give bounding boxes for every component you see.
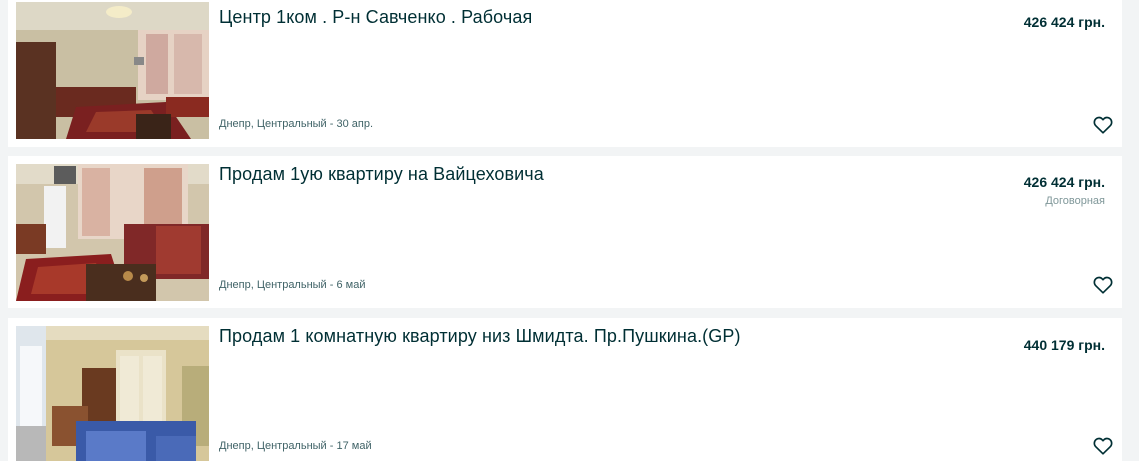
- heart-icon[interactable]: [1092, 435, 1114, 457]
- listing-title[interactable]: Продам 1ую квартиру на Вайцеховича: [219, 164, 544, 185]
- heart-icon[interactable]: [1092, 114, 1114, 136]
- listing-title[interactable]: Продам 1 комнатную квартиру низ Шмидта. …: [219, 326, 741, 347]
- listing-price: 426 424 грн.: [1023, 174, 1105, 190]
- listing-location-date: Днепр, Центральный - 6 май: [219, 279, 366, 291]
- listing-title[interactable]: Центр 1ком . Р-н Савченко . Рабочая: [219, 7, 532, 28]
- listing-card[interactable]: Продам 1ую квартиру на Вайцеховича Днепр…: [8, 156, 1122, 308]
- listing-photo[interactable]: [16, 2, 209, 139]
- listing-photo[interactable]: [16, 164, 209, 301]
- listing-card[interactable]: Продам 1 комнатную квартиру низ Шмидта. …: [8, 318, 1122, 461]
- listing-price: 426 424 грн.: [1023, 14, 1105, 30]
- listing-price: 440 179 грн.: [1023, 337, 1105, 353]
- listing-photo[interactable]: [16, 326, 209, 461]
- listing-location-date: Днепр, Центральный - 30 апр.: [219, 118, 374, 130]
- heart-icon[interactable]: [1092, 274, 1114, 296]
- listing-list: Центр 1ком . Р-н Савченко . Рабочая Днеп…: [0, 0, 1139, 461]
- negotiable-label: Договорная: [1045, 195, 1105, 207]
- listing-location-date: Днепр, Центральный - 17 май: [219, 440, 372, 452]
- listing-card[interactable]: Центр 1ком . Р-н Савченко . Рабочая Днеп…: [8, 0, 1122, 147]
